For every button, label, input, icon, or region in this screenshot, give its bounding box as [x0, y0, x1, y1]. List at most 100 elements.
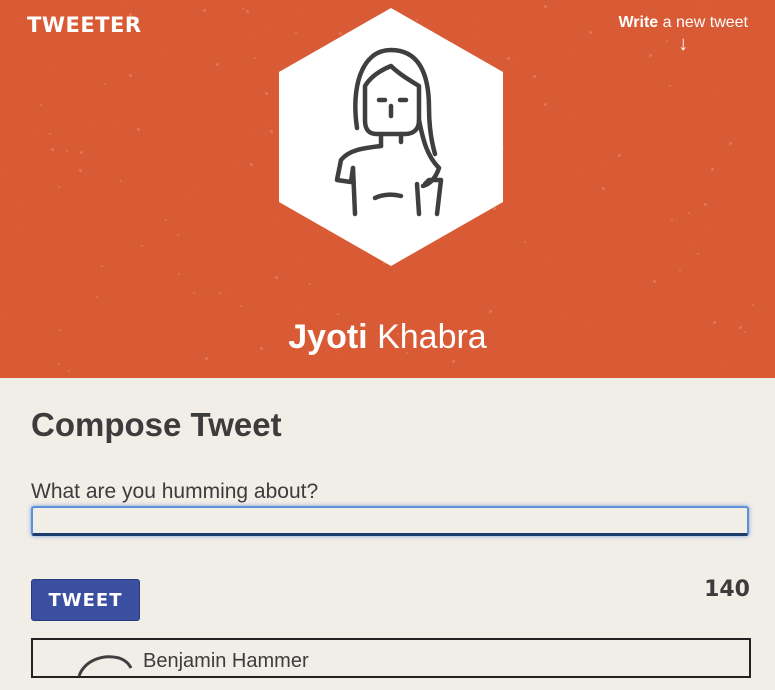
- header-speck: [679, 269, 681, 271]
- header-speck: [254, 57, 256, 59]
- header-speck: [80, 151, 83, 154]
- header-speck: [572, 49, 573, 50]
- write-link-text: a new tweet: [658, 14, 748, 31]
- header-speck: [125, 181, 126, 182]
- header-speck: [2, 314, 3, 315]
- header-speck: [49, 133, 51, 135]
- header-speck: [671, 219, 673, 221]
- header-speck: [729, 142, 732, 145]
- header-speck: [489, 310, 492, 313]
- header-speck: [177, 234, 179, 236]
- header-speck: [16, 200, 17, 201]
- header-speck: [227, 295, 228, 296]
- header-speck: [250, 163, 253, 166]
- header-speck: [52, 69, 53, 70]
- character-counter: 140: [704, 577, 750, 602]
- header-speck: [79, 169, 82, 172]
- header-speck: [120, 180, 122, 182]
- header-speck: [93, 121, 94, 122]
- header-speck: [275, 276, 278, 279]
- header-speck: [704, 203, 707, 206]
- tweet-button[interactable]: TWEET: [31, 579, 140, 621]
- header-speck: [582, 168, 583, 169]
- header-speck: [277, 219, 278, 220]
- header-speck: [58, 186, 60, 188]
- header-speck: [96, 296, 98, 298]
- header-speck: [242, 8, 244, 10]
- header-speck: [265, 92, 268, 95]
- header-speck: [669, 85, 671, 87]
- header-speck: [216, 63, 219, 66]
- header-speck: [271, 30, 272, 31]
- header-speck: [649, 54, 652, 57]
- profile-name: Jyoti Khabra: [0, 318, 775, 357]
- header-speck: [676, 220, 677, 221]
- header-speck: [162, 50, 163, 51]
- write-link-strong: Write: [618, 14, 659, 31]
- header-speck: [240, 305, 242, 307]
- header-speck: [271, 120, 272, 121]
- header-speck: [165, 219, 167, 221]
- header-speck: [723, 362, 724, 363]
- header-speck: [203, 9, 206, 12]
- header-speck: [697, 253, 699, 255]
- header-speck: [703, 7, 705, 9]
- tweet-author-name: Benjamin Hammer: [143, 650, 309, 672]
- header-speck: [51, 148, 54, 151]
- header-speck: [40, 104, 42, 106]
- header-speck: [66, 150, 68, 152]
- header-speck: [193, 292, 195, 294]
- write-new-tweet-link[interactable]: Write a new tweet ↓: [618, 14, 748, 54]
- header-speck: [713, 89, 714, 90]
- header-speck: [337, 313, 339, 315]
- header-speck: [249, 133, 250, 134]
- avatar-hexagon: [279, 8, 503, 266]
- header-speck: [205, 357, 208, 360]
- header-speck: [0, 168, 1, 169]
- header-speck: [517, 59, 518, 60]
- compose-title: Compose Tweet: [31, 406, 282, 443]
- tweet-card: Benjamin Hammer: [31, 638, 751, 678]
- header-speck: [688, 212, 690, 214]
- header-speck: [602, 187, 605, 190]
- arrow-down-icon: ↓: [678, 33, 689, 55]
- header-speck: [544, 5, 547, 8]
- header-speck: [129, 74, 132, 77]
- header-speck: [197, 185, 198, 186]
- header-speck: [544, 103, 547, 106]
- header-speck: [309, 283, 311, 285]
- profile-last-name: Khabra: [377, 318, 487, 356]
- header-speck: [246, 10, 249, 13]
- header-speck: [219, 292, 221, 294]
- header-speck: [692, 247, 693, 248]
- header-speck: [752, 304, 754, 306]
- header-speck: [22, 224, 23, 225]
- header-speck: [235, 161, 236, 162]
- profile-first-name: Jyoti: [288, 318, 368, 356]
- profile-avatar: [279, 8, 503, 266]
- header-speck: [342, 357, 343, 358]
- header-speck: [618, 154, 621, 157]
- header-speck: [653, 280, 656, 283]
- header-speck: [252, 38, 253, 39]
- header-speck: [39, 131, 40, 132]
- header-speck: [58, 363, 60, 365]
- header-speck: [452, 360, 455, 363]
- header-speck: [300, 308, 301, 309]
- tweet-textarea[interactable]: [31, 506, 749, 536]
- header-speck: [270, 130, 273, 133]
- header-speck: [137, 128, 140, 131]
- header-speck: [589, 31, 592, 34]
- header-speck: [605, 160, 606, 161]
- header-speck: [569, 114, 570, 115]
- app-logo[interactable]: TWEETER: [27, 13, 142, 37]
- header-speck: [533, 75, 536, 78]
- header-speck: [711, 168, 714, 171]
- profile-header: TWEETER Write a new tweet ↓ Jyoti Khabra: [0, 0, 775, 378]
- header-speck: [126, 0, 127, 1]
- header-speck: [186, 195, 187, 196]
- header-speck: [104, 83, 106, 85]
- hedgehog-avatar-icon: [77, 655, 133, 677]
- header-speck: [507, 57, 510, 60]
- header-speck: [68, 370, 70, 372]
